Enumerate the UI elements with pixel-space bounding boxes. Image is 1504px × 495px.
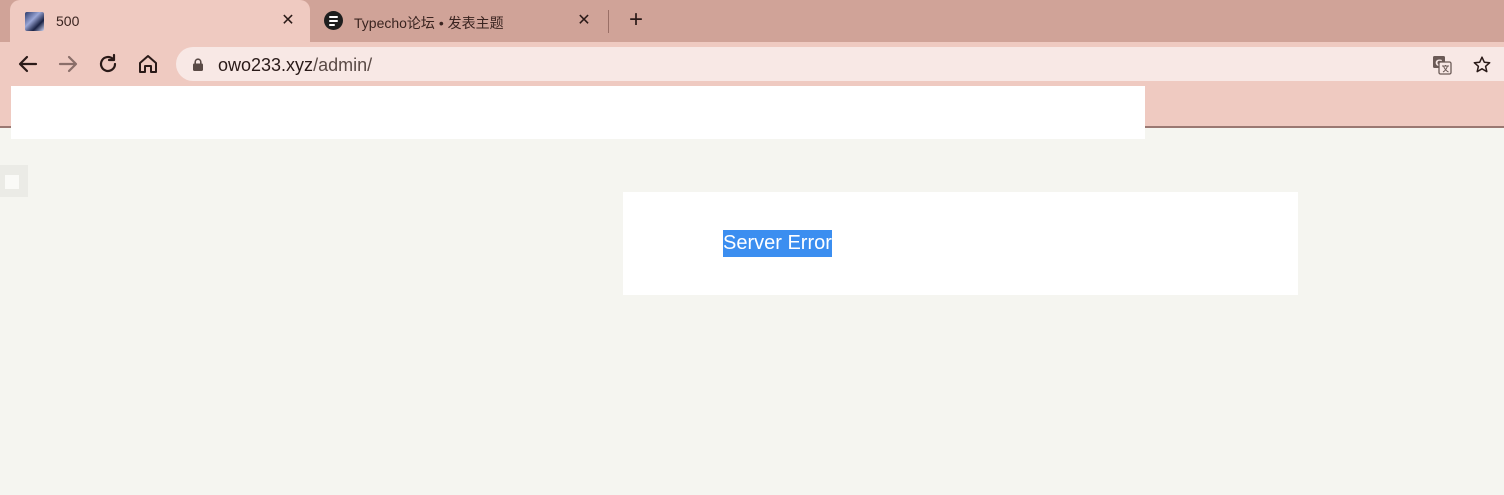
reload-icon[interactable] <box>96 52 120 76</box>
tab-typecho-forum[interactable]: Typecho论坛 • 发表主题 ✕ <box>314 0 606 42</box>
bookmark-star-icon[interactable] <box>1472 55 1492 75</box>
translate-icon[interactable]: G <box>1432 55 1452 75</box>
error-card: Server Error <box>623 192 1298 295</box>
tab-title: Typecho论坛 • 发表主题 <box>354 15 504 31</box>
lock-icon[interactable] <box>192 58 204 71</box>
address-bar[interactable]: owo233.xyz/admin/ G <box>176 47 1504 81</box>
tab-divider <box>608 10 609 33</box>
tab-title: 500 <box>56 13 80 29</box>
new-tab-button[interactable]: + <box>624 8 648 33</box>
browser-toolbar: owo233.xyz/admin/ G <box>0 42 1504 86</box>
tab-500[interactable]: 500 ✕ <box>10 0 310 42</box>
home-icon[interactable] <box>136 52 160 76</box>
error-message: Server Error <box>723 230 832 257</box>
checkbox-icon <box>5 175 19 189</box>
close-tab-icon[interactable]: ✕ <box>574 11 594 31</box>
forward-arrow-icon[interactable] <box>56 52 80 76</box>
tab-strip: 500 ✕ Typecho论坛 • 发表主题 ✕ + <box>0 0 1504 42</box>
page-header-panel <box>11 86 1145 139</box>
back-arrow-icon[interactable] <box>16 52 40 76</box>
url-host: owo233.xyz <box>218 55 314 75</box>
close-tab-icon[interactable]: ✕ <box>278 11 298 31</box>
url-text[interactable]: owo233.xyz/admin/ <box>218 55 372 76</box>
typecho-favicon-icon <box>324 11 343 30</box>
anime-avatar-favicon-icon <box>25 12 44 31</box>
url-path: /admin/ <box>313 55 373 75</box>
side-toggle-button[interactable] <box>0 165 28 197</box>
